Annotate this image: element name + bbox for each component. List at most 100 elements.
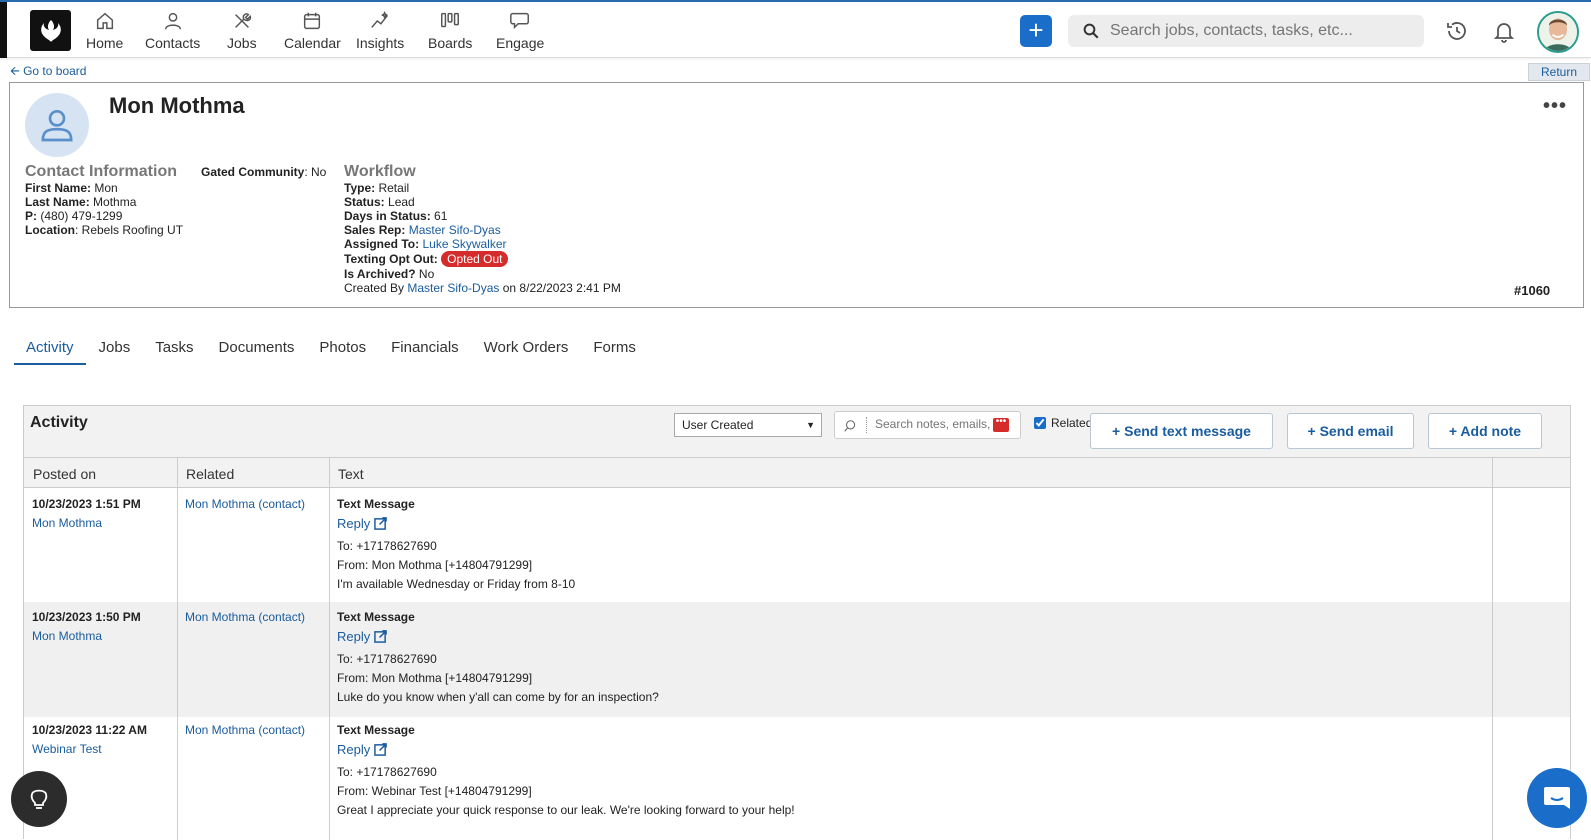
reply-link[interactable]: Reply xyxy=(337,742,388,757)
nav-insights-label: Insights xyxy=(356,35,405,51)
nav-home[interactable]: Home xyxy=(86,10,123,51)
go-to-board-link[interactable]: 🡨 Go to board xyxy=(10,62,86,83)
table-row: 10/23/2023 1:50 PM Mon Mothma Mon Mothma… xyxy=(24,602,1570,717)
boards-icon xyxy=(441,12,460,28)
global-search[interactable] xyxy=(1068,15,1424,47)
tips-button[interactable] xyxy=(11,771,67,827)
company-logo[interactable] xyxy=(30,10,71,51)
caret-down-icon: ▼ xyxy=(806,420,815,430)
tab-jobs[interactable]: Jobs xyxy=(87,335,143,365)
nav-insights[interactable]: Insights xyxy=(356,10,404,51)
message-from: From: Webinar Test [+14804791299] xyxy=(337,784,532,798)
related-link[interactable]: Mon Mothma (contact) xyxy=(185,610,305,624)
col-text[interactable]: Text xyxy=(338,466,364,482)
nav-boards-label: Boards xyxy=(428,35,473,51)
chat-bubbles-icon xyxy=(510,12,530,30)
sales-rep-label: Sales Rep: xyxy=(344,223,406,237)
message-body: I'm available Wednesday or Friday from 8… xyxy=(337,577,576,591)
author-link[interactable]: Mon Mothma xyxy=(32,629,102,643)
user-avatar[interactable] xyxy=(1537,11,1579,53)
quick-add-button[interactable]: + xyxy=(1020,15,1052,47)
nav-calendar[interactable]: Calendar xyxy=(284,10,341,51)
notifications-button[interactable] xyxy=(1492,19,1516,43)
sales-rep-link[interactable]: Master Sifo-Dyas xyxy=(409,223,501,237)
status-value: Lead xyxy=(388,195,415,209)
tab-activity[interactable]: Activity xyxy=(14,335,86,365)
phone-row: P: (480) 479-1299 xyxy=(25,209,183,223)
more-options-icon[interactable]: ••• xyxy=(1543,95,1567,118)
reply-label: Reply xyxy=(337,516,371,531)
workflow-info: Workflow Type: Retail Status: Lead Days … xyxy=(344,164,621,296)
notes-search-input[interactable] xyxy=(875,417,990,431)
external-link-icon xyxy=(374,743,388,756)
assigned-to-row: Assigned To: Luke Skywalker xyxy=(344,237,621,251)
message-body: Luke do you know when y'all can come by … xyxy=(337,690,659,704)
message-from: From: Mon Mothma [+14804791299] xyxy=(337,558,533,572)
send-text-message-button[interactable]: + Send text message xyxy=(1090,413,1273,449)
tab-financials[interactable]: Financials xyxy=(379,335,471,365)
last-name-value: Mothma xyxy=(93,195,137,209)
calendar-icon xyxy=(304,12,321,30)
support-chat-button[interactable] xyxy=(1527,768,1587,828)
tab-tasks[interactable]: Tasks xyxy=(143,335,205,365)
author-link[interactable]: Mon Mothma xyxy=(32,516,102,530)
texting-opt-out-row: Texting Opt Out: Opted Out xyxy=(344,251,621,267)
nav-contacts[interactable]: Contacts xyxy=(145,10,200,51)
col-posted-on[interactable]: Posted on xyxy=(33,466,96,482)
nav-engage[interactable]: Engage xyxy=(496,10,544,51)
created-by-link[interactable]: Master Sifo-Dyas xyxy=(407,281,499,295)
table-row: 10/23/2023 1:51 PM Mon Mothma Mon Mothma… xyxy=(24,489,1570,604)
created-by-prefix: Created By xyxy=(344,281,405,295)
job-number: #1060 xyxy=(1514,283,1551,298)
tab-work-orders[interactable]: Work Orders xyxy=(472,335,581,365)
more-dots-icon[interactable]: ••• xyxy=(993,417,1009,432)
message-type: Text Message xyxy=(337,497,415,511)
type-label: Type: xyxy=(344,181,376,195)
message-type: Text Message xyxy=(337,723,415,737)
reply-label: Reply xyxy=(337,629,371,644)
message-from: From: Mon Mothma [+14804791299] xyxy=(337,671,533,685)
message-to: To: +17178627690 xyxy=(337,765,437,779)
global-search-input[interactable] xyxy=(1110,19,1410,43)
archived-label: Is Archived? xyxy=(344,267,416,281)
gated-community-row: Gated Community: No xyxy=(201,165,326,179)
search-separator xyxy=(866,417,867,433)
nav-jobs[interactable]: Jobs xyxy=(227,10,257,51)
related-checkbox-input[interactable] xyxy=(1034,417,1046,429)
activity-filter-select[interactable]: User Created ▼ xyxy=(674,413,822,437)
history-button[interactable] xyxy=(1445,19,1469,43)
col-related[interactable]: Related xyxy=(186,466,234,482)
activity-table-header: Posted on Related Text xyxy=(24,458,1570,488)
contact-info-title: Contact Information xyxy=(25,163,177,180)
author-link[interactable]: Webinar Test xyxy=(32,742,102,756)
nav-boards[interactable]: Boards xyxy=(428,10,472,51)
tab-documents[interactable]: Documents xyxy=(207,335,307,365)
assigned-to-link[interactable]: Luke Skywalker xyxy=(422,237,506,251)
return-button[interactable]: Return xyxy=(1528,63,1590,81)
search-bubble-icon xyxy=(844,420,856,432)
go-to-board-label: Go to board xyxy=(23,64,87,78)
chat-icon xyxy=(1544,787,1570,809)
add-note-button[interactable]: + Add note xyxy=(1428,413,1542,449)
left-edge-strip xyxy=(0,2,7,58)
contact-card: Mon Mothma ••• Contact Information First… xyxy=(9,82,1584,308)
reply-link[interactable]: Reply xyxy=(337,629,388,644)
contact-avatar xyxy=(25,93,89,157)
notes-search[interactable]: ••• xyxy=(834,411,1021,439)
related-link[interactable]: Mon Mothma (contact) xyxy=(185,723,305,737)
tab-forms[interactable]: Forms xyxy=(581,335,648,365)
gated-community-value: : No xyxy=(304,165,327,179)
send-email-button[interactable]: + Send email xyxy=(1287,413,1414,449)
bell-icon xyxy=(1493,23,1515,43)
tab-photos[interactable]: Photos xyxy=(307,335,378,365)
tools-icon xyxy=(234,13,251,28)
reply-link[interactable]: Reply xyxy=(337,516,388,531)
related-link[interactable]: Mon Mothma (contact) xyxy=(185,497,305,511)
created-by-row: Created By Master Sifo-Dyas on 8/22/2023… xyxy=(344,281,621,295)
rebel-alliance-icon xyxy=(40,19,61,42)
phone-value[interactable]: (480) 479-1299 xyxy=(40,209,122,223)
related-checkbox[interactable]: Related xyxy=(1034,416,1092,430)
opted-out-badge: Opted Out xyxy=(441,251,509,267)
posted-date: 10/23/2023 1:50 PM xyxy=(32,610,141,624)
column-divider xyxy=(177,458,178,840)
